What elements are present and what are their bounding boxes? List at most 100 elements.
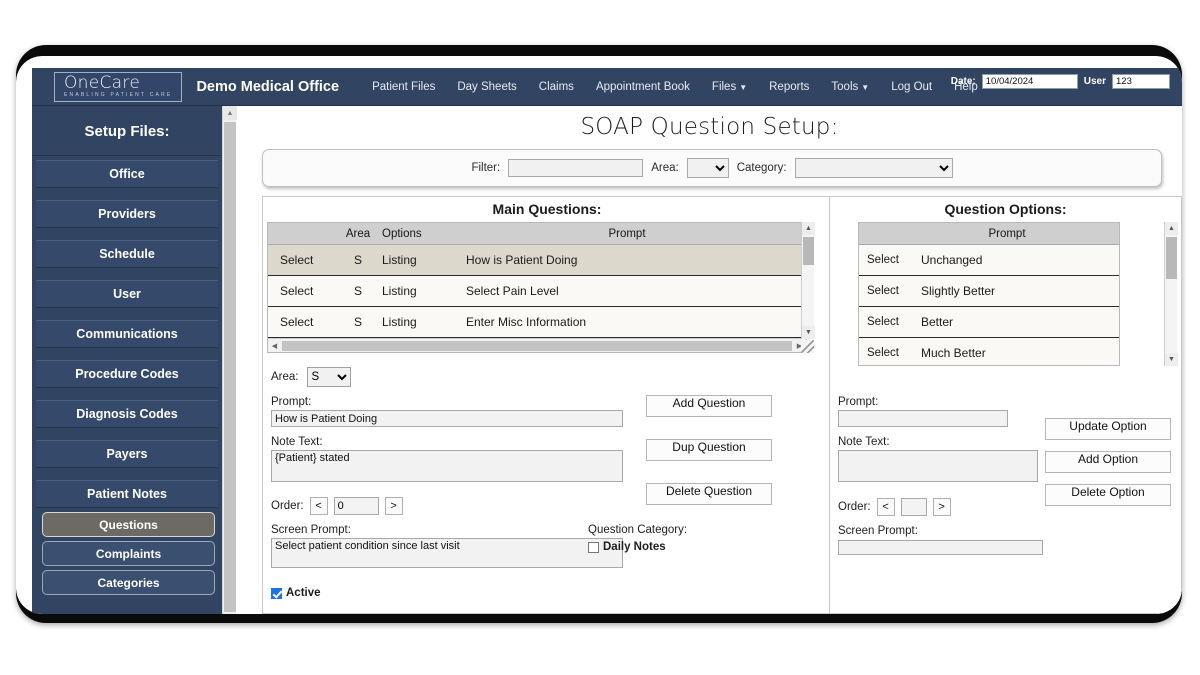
sidebar-section-patient-notes[interactable]: Patient Notes	[36, 480, 218, 508]
active-checkbox[interactable]	[271, 587, 282, 599]
nav-item-tools[interactable]: Tools ▼	[820, 77, 880, 97]
order-input[interactable]	[333, 497, 379, 515]
scroll-down-icon[interactable]: ▼	[802, 326, 815, 339]
list-item[interactable]: Select Much Better	[859, 338, 1119, 365]
category-filter-select[interactable]	[794, 158, 953, 178]
table-row[interactable]: Select S Listing Select Pain Level	[268, 276, 806, 307]
option-prompt-input[interactable]	[838, 410, 1008, 427]
row-select-link[interactable]: Select	[268, 253, 334, 267]
table-row[interactable]: Select S Listing How is Patient Doing	[268, 245, 806, 276]
date-label: Date:	[950, 76, 976, 87]
hscrollbar-thumb[interactable]	[282, 340, 792, 351]
sidebar-item-payers[interactable]: Payers	[36, 440, 218, 468]
option-order-next-button[interactable]: >	[932, 498, 951, 516]
sidebar-item-diagnosis-codes[interactable]: Diagnosis Codes	[36, 400, 218, 428]
active-checkbox-row[interactable]: Active	[271, 587, 831, 599]
question-options-vscrollbar[interactable]: ▲ ▼	[1164, 222, 1178, 366]
date-field[interactable]	[981, 74, 1078, 89]
filter-input[interactable]	[508, 159, 644, 177]
option-action-buttons: Update Option Add Option Delete Option	[1045, 418, 1171, 506]
row-select-link[interactable]: Select	[859, 347, 917, 359]
sidebar-item-user[interactable]: User	[36, 280, 218, 308]
app-window: OneCare ENABLING PATIENT CARE Demo Medic…	[32, 68, 1182, 614]
option-order-input[interactable]	[900, 498, 927, 516]
resize-grip-icon[interactable]	[801, 340, 814, 353]
nav-item-appointment-book[interactable]: Appointment Book	[585, 77, 701, 97]
row-select-link[interactable]: Select	[268, 284, 334, 298]
column-header-area: Area	[345, 227, 371, 240]
sidebar-item-questions[interactable]: Questions	[42, 512, 215, 537]
sidebar-item-communications[interactable]: Communications	[36, 320, 218, 348]
option-note-text-textarea[interactable]	[838, 450, 1038, 482]
area-filter-select[interactable]	[686, 158, 729, 178]
question-options-panel: Question Options: Prompt Select Unchange…	[829, 196, 1182, 614]
scroll-up-icon[interactable]: ▲	[223, 106, 237, 120]
prompt-input[interactable]	[271, 410, 623, 427]
nav-item-reports[interactable]: Reports	[758, 77, 820, 97]
filter-label: Filter:	[471, 162, 501, 174]
sidebar-item-label: Payers	[106, 447, 148, 461]
nav-item-day-sheets[interactable]: Day Sheets	[446, 77, 527, 97]
row-select-link[interactable]: Select	[268, 315, 334, 329]
list-item[interactable]: Select Better	[859, 307, 1119, 338]
main-questions-hscrollbar[interactable]: ◀ ▶	[268, 338, 806, 352]
vscrollbar-thumb[interactable]	[803, 237, 814, 265]
scroll-up-icon[interactable]: ▲	[802, 222, 815, 235]
sidebar-sub-label: Questions	[99, 517, 158, 532]
nav-item-log-out[interactable]: Log Out	[880, 77, 943, 97]
row-options: Listing	[382, 253, 417, 267]
category-filter-label: Category:	[736, 162, 787, 174]
dup-question-button[interactable]: Dup Question	[646, 439, 772, 461]
column-header-options: Options	[382, 227, 422, 240]
sidebar-item-providers[interactable]: Providers	[36, 200, 218, 228]
sidebar-scrollbar[interactable]: ▲	[222, 106, 237, 614]
scroll-down-icon[interactable]: ▼	[1165, 353, 1178, 366]
area-select[interactable]: S	[306, 367, 351, 387]
daily-notes-checkbox[interactable]	[588, 541, 599, 553]
row-select-link[interactable]: Select	[859, 316, 917, 328]
nav-item-patient-files[interactable]: Patient Files	[361, 77, 446, 97]
daily-notes-checkbox-row[interactable]: Daily Notes	[588, 541, 687, 553]
scroll-up-icon[interactable]: ▲	[1165, 222, 1178, 235]
question-category-block: Question Category: Daily Notes	[588, 524, 687, 553]
user-label: User	[1083, 76, 1106, 87]
main-questions-vscrollbar[interactable]: ▲ ▼	[801, 222, 815, 339]
delete-option-button[interactable]: Delete Option	[1045, 484, 1171, 506]
sidebar-item-office[interactable]: Office	[36, 160, 218, 188]
list-item[interactable]: Select Slightly Better	[859, 276, 1119, 307]
sidebar-item-complaints[interactable]: Complaints	[42, 541, 215, 566]
add-question-button[interactable]: Add Question	[646, 395, 772, 417]
sidebar-item-procedure-codes[interactable]: Procedure Codes	[36, 360, 218, 388]
add-option-button[interactable]: Add Option	[1045, 451, 1171, 473]
onecare-logo[interactable]: OneCare ENABLING PATIENT CARE	[54, 71, 183, 102]
order-next-button[interactable]: >	[384, 497, 403, 515]
vscrollbar-thumb[interactable]	[1166, 237, 1177, 279]
delete-question-button[interactable]: Delete Question	[646, 483, 772, 505]
area-label: Area:	[271, 371, 299, 383]
row-prompt: Better	[921, 315, 954, 329]
nav-item-files[interactable]: Files ▼	[701, 77, 758, 97]
active-label: Active	[286, 587, 321, 599]
main-questions-heading: Main Questions:	[492, 201, 602, 217]
screen-prompt-label: Screen Prompt:	[271, 524, 351, 536]
nav-label: Tools	[831, 80, 859, 93]
scroll-left-icon[interactable]: ◀	[268, 340, 281, 352]
sidebar-item-schedule[interactable]: Schedule	[36, 240, 218, 268]
nav-item-claims[interactable]: Claims	[528, 77, 585, 97]
column-header-prompt: Prompt	[988, 227, 1026, 240]
list-item[interactable]: Select Unchanged	[859, 245, 1119, 276]
screen-prompt-textarea[interactable]: Select patient condition since last visi…	[271, 538, 623, 568]
row-select-link[interactable]: Select	[859, 254, 917, 266]
scrollbar-thumb[interactable]	[224, 122, 236, 612]
note-text-textarea[interactable]: {Patient} stated	[271, 450, 623, 482]
row-select-link[interactable]: Select	[859, 285, 917, 297]
sidebar-item-categories[interactable]: Categories	[42, 570, 215, 595]
sidebar-sub-label: Complaints	[95, 546, 162, 561]
option-screen-prompt-input[interactable]	[838, 539, 1043, 555]
user-field[interactable]	[1112, 74, 1170, 89]
option-order-prev-button[interactable]: <	[876, 498, 895, 516]
update-option-button[interactable]: Update Option	[1045, 418, 1171, 440]
nav-label: Day Sheets	[457, 80, 517, 93]
table-row[interactable]: Select S Listing Enter Misc Information	[268, 307, 806, 338]
order-prev-button[interactable]: <	[309, 497, 328, 515]
